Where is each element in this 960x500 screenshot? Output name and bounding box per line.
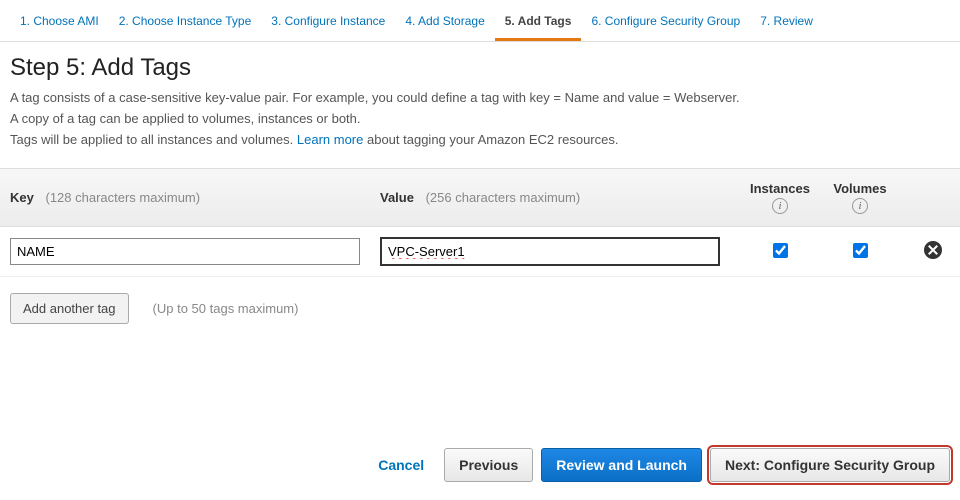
tag-value-input[interactable]: [380, 237, 720, 266]
col-value-label: Value: [380, 190, 414, 205]
col-key-label: Key: [10, 190, 34, 205]
volumes-checkbox[interactable]: [853, 243, 868, 258]
tag-row: [0, 227, 960, 277]
wizard-steps: 1. Choose AMI 2. Choose Instance Type 3.…: [0, 0, 960, 42]
add-tag-hint: (Up to 50 tags maximum): [153, 301, 299, 316]
col-instances-label: Instances: [740, 181, 820, 196]
page-description: A tag consists of a case-sensitive key-v…: [10, 88, 950, 150]
learn-more-link[interactable]: Learn more: [297, 132, 363, 147]
page-title: Step 5: Add Tags: [10, 54, 950, 82]
instances-checkbox[interactable]: [773, 243, 788, 258]
step-add-storage[interactable]: 4. Add Storage: [395, 8, 494, 41]
step-choose-ami[interactable]: 1. Choose AMI: [10, 8, 109, 41]
step-review[interactable]: 7. Review: [750, 8, 823, 41]
cancel-button[interactable]: Cancel: [366, 449, 436, 481]
step-configure-instance[interactable]: 3. Configure Instance: [261, 8, 395, 41]
tags-table-header: Key (128 characters maximum) Value (256 …: [0, 168, 960, 227]
desc-line3-post: about tagging your Amazon EC2 resources.: [363, 132, 618, 147]
info-icon[interactable]: i: [772, 198, 788, 214]
remove-tag-icon[interactable]: [924, 241, 942, 259]
step-configure-security-group[interactable]: 6. Configure Security Group: [581, 8, 750, 41]
desc-line3-pre: Tags will be applied to all instances an…: [10, 132, 297, 147]
previous-button[interactable]: Previous: [444, 448, 533, 482]
tag-key-input[interactable]: [10, 238, 360, 265]
add-tag-row: Add another tag (Up to 50 tags maximum): [0, 277, 960, 340]
step-add-tags[interactable]: 5. Add Tags: [495, 8, 582, 41]
col-volumes-label: Volumes: [820, 181, 900, 196]
col-value-hint: (256 characters maximum): [426, 190, 581, 205]
info-icon[interactable]: i: [852, 198, 868, 214]
col-key-hint: (128 characters maximum): [45, 190, 200, 205]
main-content: Step 5: Add Tags A tag consists of a cas…: [0, 42, 960, 150]
desc-line1: A tag consists of a case-sensitive key-v…: [10, 90, 740, 105]
review-and-launch-button[interactable]: Review and Launch: [541, 448, 702, 482]
next-configure-security-group-button[interactable]: Next: Configure Security Group: [710, 448, 950, 482]
desc-line2: A copy of a tag can be applied to volume…: [10, 111, 361, 126]
wizard-footer: Cancel Previous Review and Launch Next: …: [366, 448, 950, 482]
step-choose-instance-type[interactable]: 2. Choose Instance Type: [109, 8, 262, 41]
add-another-tag-button[interactable]: Add another tag: [10, 293, 129, 324]
